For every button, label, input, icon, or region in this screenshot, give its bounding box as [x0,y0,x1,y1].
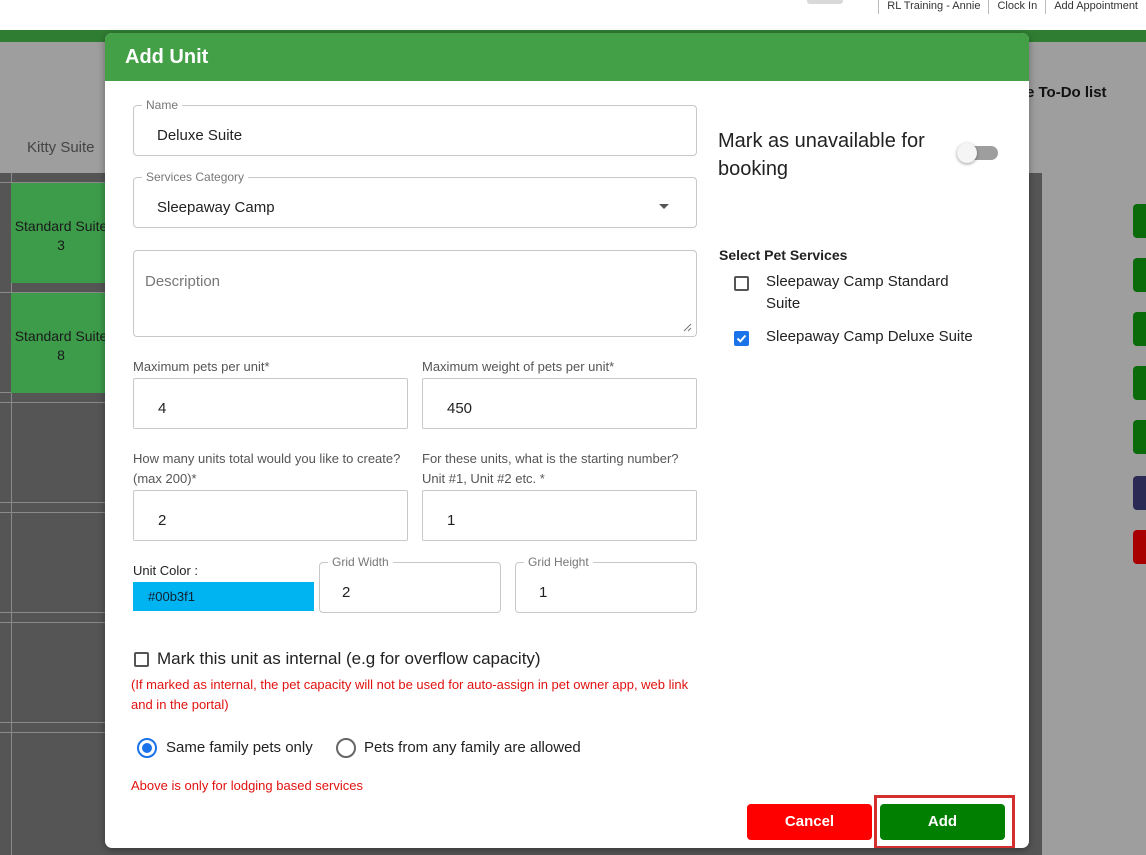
grid-line [0,512,105,513]
max-pets-input[interactable]: 4 [133,378,408,429]
side-tab[interactable] [1133,420,1146,454]
service-checkbox-deluxe[interactable] [734,331,749,346]
unavailable-label: Mark as unavailable for booking [718,130,925,180]
top-bar: RL Training - Annie Clock In Add Appoint… [0,0,1146,30]
start-number-input[interactable]: 1 [422,490,697,541]
max-weight-input[interactable]: 450 [422,378,697,429]
nav-clock-in[interactable]: Clock In [988,0,1045,14]
add-button[interactable]: Add [880,804,1005,840]
description-textarea[interactable]: Description [133,250,697,337]
grid-width-input[interactable]: Grid Width 2 [319,555,501,613]
any-family-label: Pets from any family are allowed [364,739,581,756]
internal-warning: (If marked as internal, the pet capacity… [131,677,689,712]
services-category-value: Sleepaway Camp [157,199,275,216]
internal-checkbox-label: Mark this unit as internal (e.g for over… [157,649,541,668]
service-label-standard: Sleepaway Camp Standard Suite [766,273,949,312]
side-tab[interactable] [1133,476,1146,510]
max-pets-label: Maximum pets per unit* [133,359,270,374]
same-family-label: Same family pets only [166,739,313,756]
nav-add-appointment[interactable]: Add Appointment [1045,0,1146,14]
checkmark-icon [736,334,747,343]
grid-height-label: Grid Height [524,555,593,569]
side-tab[interactable] [1133,312,1146,346]
todo-list-heading: e To-Do list [1026,84,1107,101]
unit-color-picker[interactable]: #00b3f1 [133,582,314,611]
max-weight-value: 450 [447,400,473,417]
side-tab[interactable] [1133,530,1146,564]
grid-cell-label: Standard Suite [14,328,108,344]
pet-services-heading: Select Pet Services [719,247,848,263]
side-tab[interactable] [1133,204,1146,238]
units-total-label: How many units total would you like to c… [133,449,423,489]
grid-width-value: 2 [342,584,351,601]
services-category-select[interactable]: Services Category Sleepaway Camp [133,170,697,228]
unit-color-value: #00b3f1 [148,589,195,604]
service-label-deluxe: Sleepaway Camp Deluxe Suite [766,328,973,345]
units-total-value: 2 [158,512,167,529]
grid-line [0,732,105,733]
cancel-button[interactable]: Cancel [747,804,872,840]
side-tab[interactable] [1133,366,1146,400]
max-pets-value: 4 [158,400,167,417]
resize-handle-icon[interactable] [683,323,692,332]
nav-user[interactable]: RL Training - Annie [878,0,988,14]
name-field-value: Deluxe Suite [157,127,243,144]
unit-color-label: Unit Color : [133,563,199,578]
grid-line [0,612,105,613]
units-total-label-line1: How many units total would you like to c… [133,451,401,466]
description-placeholder: Description [145,273,221,290]
grid-cell-number: 8 [57,347,65,363]
start-number-label-line2: Unit #1, Unit #2 etc. * [422,471,545,486]
toggle-knob [957,143,977,163]
caret-down-icon [659,204,669,209]
column-label: Kitty Suite [27,139,95,156]
grid-line [0,502,105,503]
grid-height-input[interactable]: Grid Height 1 [515,555,697,613]
max-weight-label: Maximum weight of pets per unit* [422,359,615,374]
services-category-label: Services Category [142,170,249,184]
side-tab[interactable] [1133,258,1146,292]
units-total-label-line2: (max 200)* [133,471,197,486]
top-nav: RL Training - Annie Clock In Add Appoint… [878,0,1146,14]
name-field[interactable]: Name Deluxe Suite [133,98,697,156]
dialog-title: Add Unit [105,33,1029,81]
service-checkbox-standard[interactable] [734,276,749,291]
units-total-input[interactable]: 2 [133,490,408,541]
any-family-radio[interactable] [336,738,356,758]
lodging-note: Above is only for lodging based services [131,778,363,793]
internal-checkbox[interactable] [134,652,149,667]
grid-width-label: Grid Width [328,555,393,569]
grid-cell[interactable]: Standard Suite 3 [11,183,111,283]
unavailable-toggle[interactable] [957,143,998,163]
add-unit-dialog: Add Unit Name Deluxe Suite Services Cate… [105,33,1029,848]
avatar[interactable] [807,0,843,4]
grid-cell-number: 3 [57,237,65,253]
grid-line [0,722,105,723]
grid-line [0,622,105,623]
grid-line [0,402,105,403]
grid-cell-label: Standard Suite [14,218,108,234]
grid-cell[interactable]: Standard Suite 8 [11,293,111,393]
start-number-label: For these units, what is the starting nu… [422,449,712,489]
name-field-label: Name [142,98,183,112]
grid-height-value: 1 [539,584,548,601]
same-family-radio[interactable] [137,738,157,758]
start-number-label-line1: For these units, what is the starting nu… [422,451,679,466]
start-number-value: 1 [447,512,456,529]
